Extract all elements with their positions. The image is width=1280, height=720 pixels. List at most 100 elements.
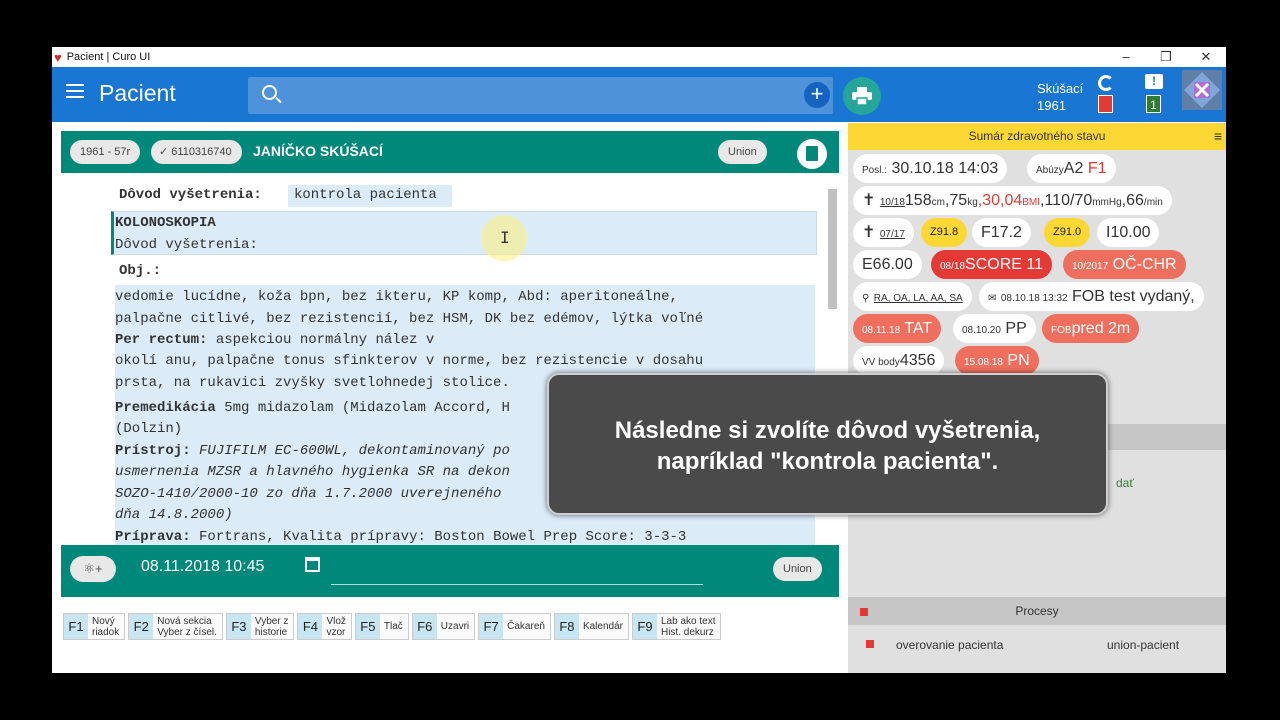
id-chip[interactable]: ✓ 6110316740 [151, 140, 242, 164]
title-bar: ♥ Pacient | Curo UI – ❐ ✕ [52, 47, 1226, 67]
sync-icon[interactable] [1098, 75, 1114, 91]
patient-header: 1961 - 57r ✓ 6110316740 JANÍČKO SKÚŠACÍ … [61, 131, 839, 173]
f4-button[interactable]: F4 Vlož vzor [297, 613, 352, 640]
process-value: union-pacient [1107, 638, 1180, 652]
record-footer: ⚛+ 08.11.2018 10:45 Union [61, 545, 839, 597]
print-button[interactable] [843, 77, 881, 115]
f2-button[interactable]: F2 Nová sekcia Vyber z čísel. [128, 613, 223, 640]
minimize-button[interactable]: – [1106, 49, 1146, 65]
processes-header: Procesy [848, 597, 1226, 625]
note-input[interactable] [331, 584, 703, 585]
per-rectum-line: prsta, na rukavici zvyšky svetlohnedej s… [115, 375, 510, 391]
diagnosis-date-pill[interactable]: ✝ 07/17 [853, 218, 914, 247]
per-rectum-value: aspekciou normálny nález v [215, 332, 435, 348]
printer-icon [852, 87, 872, 105]
f5-button[interactable]: F5 Tlač [354, 613, 409, 640]
message-badge: 1 [1146, 95, 1161, 113]
pn-pill[interactable]: 15.08.18 PN [955, 346, 1039, 375]
chronic-pill[interactable]: 10/2017 OČ-CHR [1063, 250, 1186, 279]
search-input[interactable] [248, 77, 833, 114]
status-square-icon [860, 608, 868, 616]
f6-button[interactable]: F6 Uzavri [411, 613, 476, 640]
f8-button[interactable]: F8 Kalendár [553, 613, 629, 640]
check-icon: ✓ [159, 146, 172, 158]
message-icon: ✉ [988, 293, 997, 304]
patient-id: 6110316740 [171, 146, 232, 158]
app-heart-icon: ♥ [54, 49, 62, 65]
patient-name: JANÍČKO SKÚŠACÍ [253, 143, 383, 159]
search-icon [262, 85, 277, 100]
reason-value[interactable]: kontrola pacienta [294, 187, 437, 203]
diagnosis-pill[interactable]: Z91.8 [921, 218, 968, 247]
fob-pred-pill[interactable]: FOBpred 2m [1042, 314, 1140, 343]
f3-button[interactable]: F3 Vyber z historie [225, 613, 295, 640]
f1-button[interactable]: F1 Nový riadok [63, 613, 126, 640]
summary-title: Sumár zdravotného stavu [968, 129, 1106, 143]
close-button[interactable]: ✕ [1186, 49, 1226, 65]
vitals-pill[interactable]: ✝ 10/18158cm,75kg,30,04BMI,110/70mmHg,66… [853, 186, 1172, 215]
diagnosis-pill[interactable]: Z91.0 [1044, 218, 1091, 247]
person-icon: ✝ [862, 224, 876, 241]
process-name[interactable]: overovanie pacienta [896, 638, 1003, 652]
sync-badge: 1 [1098, 95, 1113, 113]
pp-pill[interactable]: 08.10.20 PP [953, 314, 1036, 343]
per-rectum-line: okolí anu, palpačne tonus sfinkterov v n… [115, 353, 704, 369]
hearing-icon[interactable]: ⚛+ [70, 556, 116, 582]
f7-button[interactable]: F7 Čakareň [478, 613, 551, 640]
user-year: 1961 [1037, 98, 1066, 113]
per-rectum-label: Per rectum: [115, 332, 208, 348]
hidden-link[interactable]: dať [1116, 476, 1134, 490]
premed-label: Premedikácia [115, 400, 216, 416]
section-title: KOLONOSKOPIA [115, 215, 216, 231]
window-title: Pacient | Curo UI [66, 51, 151, 63]
message-icon[interactable]: ! [1145, 74, 1163, 89]
abuse-pill[interactable]: AbúzyA2 F1 [1027, 154, 1116, 183]
processes-title: Procesy [1015, 604, 1059, 618]
score-pill[interactable]: 08/18SCORE 11 [931, 250, 1052, 279]
insurer-chip[interactable]: Union [718, 140, 767, 164]
menu-icon[interactable]: ≡ [1214, 123, 1222, 150]
datetime-field[interactable]: 08.11.2018 10:45 [141, 558, 264, 576]
diagnosis-pill[interactable]: F17.2 [972, 218, 1031, 247]
device-label: Prístroj: [115, 443, 191, 459]
page-title: Pacient [99, 80, 176, 106]
last-visit-pill[interactable]: Posl.: 30.10.18 14:03 [853, 154, 1008, 183]
clipboard-icon[interactable] [797, 139, 827, 169]
status-square-icon [866, 640, 874, 648]
avatar[interactable] [1182, 70, 1222, 110]
insurer-chip-footer[interactable]: Union [773, 557, 822, 581]
app-bar: Pacient + Skúšací 1961 1 ! 1 [52, 67, 1226, 122]
menu-icon[interactable] [66, 84, 84, 98]
caption-line: Následne si zvolíte dôvod vyšetrenia, [614, 417, 1041, 444]
premed-value: 5mg midazolam (Midazolam Accord, H [224, 400, 510, 416]
prep-label: Príprava: [115, 529, 191, 545]
device-line: usmernenia MZSR a hlavného hygienka SR n… [115, 464, 510, 480]
premed-line: (Dolzin) [115, 421, 183, 437]
scrollbar-thumb[interactable] [828, 189, 837, 309]
search-icon: ⚲ [862, 293, 870, 304]
age-chip[interactable]: 1961 - 57r [70, 140, 141, 164]
user-name: Skúšací [1037, 81, 1084, 96]
tutorial-caption: Následne si zvolíte dôvod vyšetrenia, na… [547, 373, 1108, 515]
record-panel: 1961 - 57r ✓ 6110316740 JANÍČKO SKÚŠACÍ … [61, 131, 839, 599]
tat-pill[interactable]: 08.11.18 TAT [853, 314, 942, 343]
device-line: SOZO-1410/2000-10 zo dňa 1.7.2000 uverej… [115, 486, 502, 502]
obj-line: palpačne citlivé, bez rezistencií, bez H… [115, 311, 704, 327]
user-info[interactable]: Skúšací 1961 [1037, 80, 1083, 114]
maximize-button[interactable]: ❐ [1146, 49, 1186, 65]
person-icon: ✝ [862, 192, 876, 209]
fob-pill[interactable]: ✉ 08.10.18 13:32 FOB test vydaný, [979, 282, 1204, 311]
diagnosis-pill[interactable]: I10.00 [1097, 218, 1160, 247]
function-key-bar: F1 Nový riadok F2 Nová sekcia Vyber z čísel.… [63, 613, 722, 640]
add-button[interactable]: + [804, 82, 830, 108]
obj-label: Obj.: [119, 263, 162, 279]
device-value: FUJIFILM EC-600WL, dekontaminovaný po [199, 443, 510, 459]
labs-pill[interactable]: ⚲ RA, OA, LA, AA, SA [853, 282, 972, 311]
app-window: ♥ Pacient | Curo UI – ❐ ✕ Pacient + Skúš… [52, 47, 1226, 673]
section-reason: Dôvod vyšetrenia: [115, 237, 258, 253]
calendar-icon[interactable] [305, 557, 320, 572]
vv-pill[interactable]: VV body4356 [853, 346, 945, 375]
diagnosis-pill[interactable]: E66.00 [853, 250, 922, 279]
caption-line: napríklad "kontrola pacienta". [656, 448, 999, 475]
f9-button[interactable]: F9 Lab ako text Hist. dekurz [631, 613, 722, 640]
